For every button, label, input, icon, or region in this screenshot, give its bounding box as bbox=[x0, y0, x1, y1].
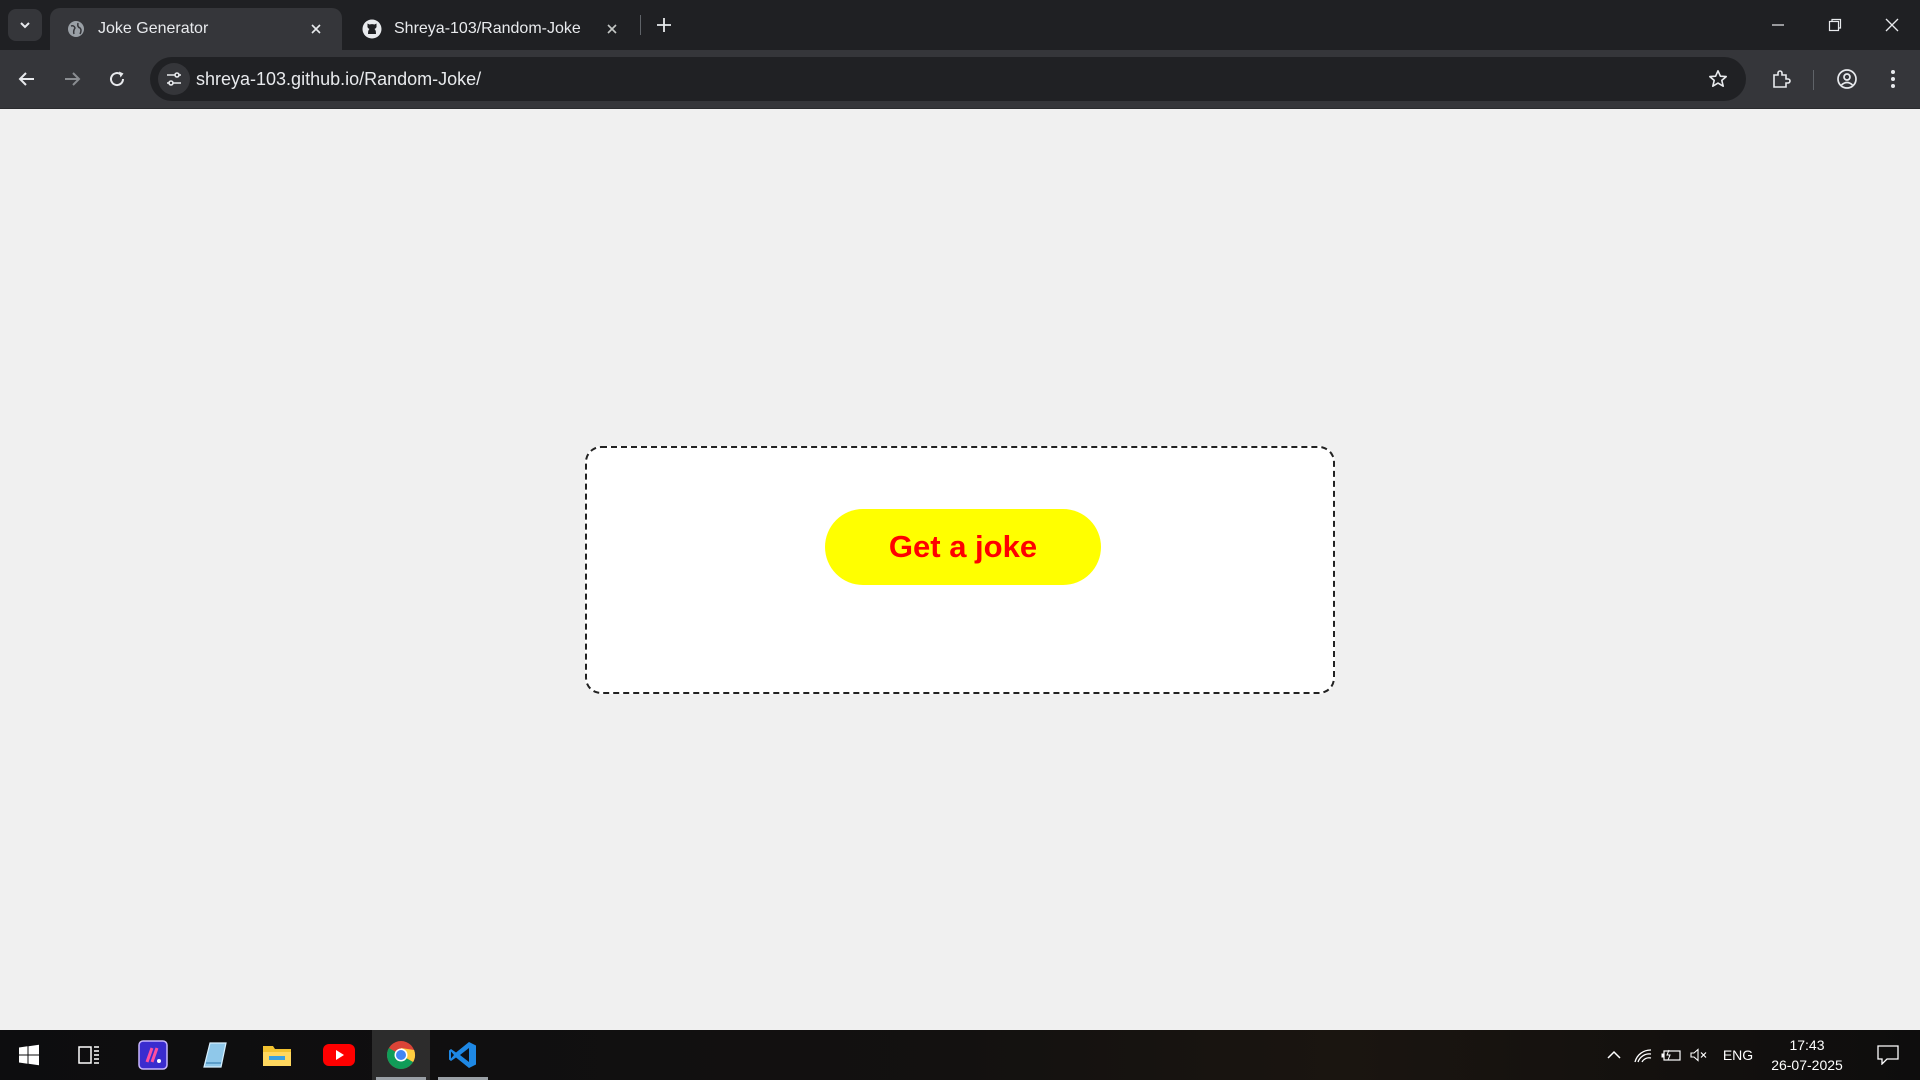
menu-button[interactable] bbox=[1876, 62, 1910, 96]
tab-search-button[interactable] bbox=[8, 9, 42, 41]
new-tab-button[interactable] bbox=[650, 11, 678, 39]
taskbar-app[interactable] bbox=[124, 1030, 182, 1080]
arrow-right-icon bbox=[65, 72, 81, 86]
network-button[interactable] bbox=[1630, 1030, 1656, 1080]
start-button[interactable] bbox=[0, 1030, 58, 1080]
reload-icon bbox=[110, 71, 125, 87]
tab-joke-generator[interactable]: Joke Generator bbox=[50, 8, 342, 50]
site-info-button[interactable] bbox=[158, 63, 190, 95]
restore-button[interactable] bbox=[1806, 0, 1863, 50]
github-icon bbox=[362, 19, 382, 39]
minimize-button[interactable] bbox=[1749, 0, 1806, 50]
plus-icon bbox=[657, 18, 671, 32]
show-hidden-icons-button[interactable] bbox=[1600, 1030, 1628, 1080]
battery-icon bbox=[1661, 1049, 1681, 1061]
extensions-button[interactable] bbox=[1764, 62, 1798, 96]
tab-title: Joke Generator bbox=[98, 20, 209, 37]
more-vert-icon bbox=[1891, 70, 1895, 88]
chevron-down-icon bbox=[20, 22, 30, 29]
chevron-up-icon bbox=[1607, 1050, 1621, 1059]
wifi-icon bbox=[1634, 1049, 1652, 1063]
notes-icon bbox=[203, 1042, 227, 1068]
app-icon bbox=[138, 1040, 168, 1070]
minimize-icon bbox=[1771, 24, 1784, 26]
task-view-icon bbox=[78, 1046, 99, 1064]
forward-button[interactable] bbox=[55, 62, 89, 96]
tab-title: Shreya-103/Random-Joke bbox=[394, 20, 581, 37]
file-explorer-icon bbox=[263, 1046, 291, 1066]
tab-separator bbox=[640, 15, 641, 35]
close-icon bbox=[1885, 18, 1898, 32]
tune-icon bbox=[167, 72, 181, 86]
action-center-button[interactable] bbox=[1864, 1030, 1912, 1080]
taskbar-youtube[interactable] bbox=[310, 1030, 368, 1080]
taskbar-notes[interactable] bbox=[186, 1030, 244, 1080]
browser-tab-bar: Joke Generator Shreya-103/Random-Joke bbox=[0, 0, 1920, 50]
star-icon bbox=[1709, 70, 1727, 87]
start-icon bbox=[19, 1044, 39, 1066]
toolbar-separator bbox=[1813, 70, 1814, 90]
close-icon[interactable] bbox=[304, 17, 328, 41]
windows-taskbar: ENG 17:43 26-07-2025 bbox=[0, 1030, 1920, 1080]
volume-button[interactable] bbox=[1686, 1030, 1712, 1080]
page-viewport: Get a joke bbox=[0, 110, 1920, 1030]
task-view-button[interactable] bbox=[60, 1030, 118, 1080]
taskbar-file-explorer[interactable] bbox=[248, 1030, 306, 1080]
volume-muted-icon bbox=[1690, 1048, 1707, 1062]
address-bar[interactable]: shreya-103.github.io/Random-Joke/ bbox=[150, 57, 1746, 101]
tab-github-repo[interactable]: Shreya-103/Random-Joke bbox=[346, 8, 638, 50]
url-text: shreya-103.github.io/Random-Joke/ bbox=[196, 69, 482, 89]
browser-toolbar: shreya-103.github.io/Random-Joke/ bbox=[0, 50, 1920, 109]
bookmark-button[interactable] bbox=[1704, 65, 1732, 93]
account-icon bbox=[1837, 69, 1857, 89]
notification-icon bbox=[1877, 1045, 1899, 1065]
profile-button[interactable] bbox=[1830, 62, 1864, 96]
vscode-icon bbox=[449, 1042, 476, 1068]
puzzle-icon bbox=[1773, 70, 1791, 88]
restore-icon bbox=[1828, 18, 1841, 32]
youtube-icon bbox=[323, 1044, 355, 1066]
clock-date: 26-07-2025 bbox=[1771, 1057, 1843, 1073]
taskbar-vscode[interactable] bbox=[434, 1030, 492, 1080]
reload-button[interactable] bbox=[100, 62, 134, 96]
close-icon[interactable] bbox=[600, 17, 624, 41]
clock-time: 17:43 bbox=[1789, 1037, 1825, 1053]
language-indicator[interactable]: ENG bbox=[1718, 1030, 1758, 1080]
arrow-left-icon bbox=[18, 72, 34, 86]
get-joke-button[interactable]: Get a joke bbox=[825, 509, 1101, 585]
chrome-icon bbox=[387, 1041, 416, 1069]
back-button[interactable] bbox=[10, 62, 44, 96]
taskbar-chrome[interactable] bbox=[372, 1030, 430, 1080]
joke-container: Get a joke bbox=[585, 446, 1335, 694]
window-close-button[interactable] bbox=[1863, 0, 1920, 50]
globe-icon bbox=[66, 19, 86, 39]
clock[interactable]: 17:43 26-07-2025 bbox=[1762, 1035, 1852, 1075]
battery-button[interactable] bbox=[1658, 1030, 1684, 1080]
